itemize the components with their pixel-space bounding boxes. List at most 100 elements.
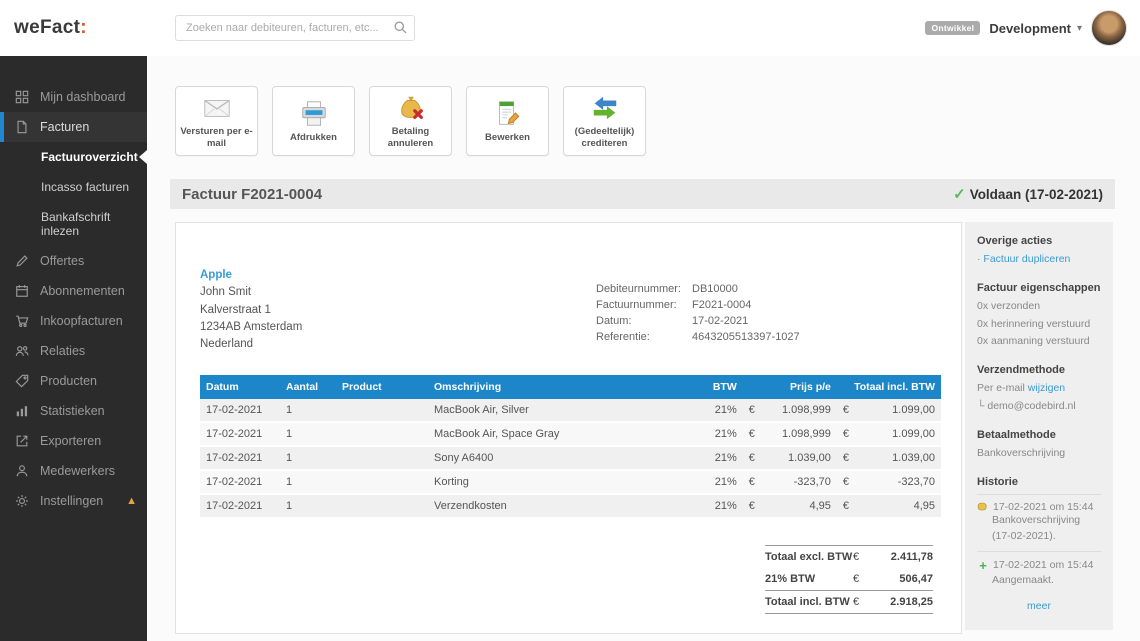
- credit-button[interactable]: (Gedeeltelijk) crediteren: [563, 86, 646, 156]
- meta-value: F2021-0004: [692, 298, 752, 311]
- cell-aantal: 1: [280, 399, 336, 424]
- warning-icon: ▲: [126, 495, 137, 507]
- meta-label: Referentie:: [596, 330, 650, 343]
- table-row[interactable]: 17-02-2021 1 Verzendkosten 21% € 4,95 € …: [200, 494, 941, 520]
- customer-name-link[interactable]: Apple: [200, 267, 596, 284]
- quotes-icon: [16, 255, 28, 267]
- invoices-icon: [17, 120, 27, 134]
- shipping-heading: Verzendmethode: [977, 364, 1066, 377]
- sidebar-item-statistieken[interactable]: Statistieken: [0, 396, 147, 426]
- toolbar-button-label: Betaling annuleren: [387, 126, 434, 149]
- sidebar-item-offertes[interactable]: Offertes: [0, 246, 147, 276]
- meta-value: 17-02-2021: [692, 314, 749, 327]
- cancel-payment-icon: [400, 96, 423, 120]
- total-currency: €: [853, 596, 860, 609]
- edit-button[interactable]: Bewerken: [466, 86, 549, 156]
- invoice-document: Apple John Smit Kalverstraat 1 1234AB Am…: [175, 222, 962, 634]
- payment-heading: Betaalmethode: [977, 428, 1056, 441]
- total-incl-row: Totaal incl. BTW € 2.918,25: [765, 590, 933, 615]
- change-shipping-link[interactable]: wijzigen: [1028, 382, 1065, 394]
- search-input[interactable]: [175, 15, 415, 41]
- sidebar-item-exporteren[interactable]: Exporteren: [0, 426, 147, 456]
- sidebar-item-abonnementen[interactable]: Abonnementen: [0, 276, 147, 306]
- page-title: Factuur F2021-0004: [182, 185, 323, 203]
- payment-icon: [977, 502, 987, 511]
- sidebar-item-relaties[interactable]: Relaties: [0, 336, 147, 366]
- environment-selector[interactable]: Development: [989, 21, 1071, 36]
- sidebar-item-producten[interactable]: Producten: [0, 366, 147, 396]
- table-row[interactable]: 17-02-2021 1 MacBook Air, Space Gray 21%…: [200, 422, 941, 448]
- cell-currency: €: [836, 446, 855, 472]
- chevron-down-icon[interactable]: ▾: [1077, 23, 1082, 34]
- tree-connector: └: [977, 399, 985, 412]
- cell-aantal: 1: [280, 422, 336, 448]
- cell-prijs: 1.039,00: [760, 446, 837, 472]
- sidebar-item-instellingen[interactable]: Instellingen ▲: [0, 486, 147, 516]
- history-text: Aangemaakt.: [992, 573, 1054, 586]
- cell-product: [336, 494, 428, 520]
- cell-currency: €: [836, 494, 855, 520]
- cell-datum: 17-02-2021: [200, 446, 280, 472]
- cell-aantal: 1: [280, 446, 336, 472]
- cell-currency: €: [742, 494, 761, 520]
- cell-currency: €: [836, 422, 855, 448]
- total-label: 21% BTW: [765, 573, 816, 586]
- status-text: Voldaan (17-02-2021): [969, 187, 1103, 202]
- main-area: Versturen per e-mail Afdrukken Betaling …: [147, 56, 1140, 641]
- col-header-totaal: Totaal incl. BTW: [836, 375, 941, 400]
- more-history-link[interactable]: meer: [1027, 600, 1051, 612]
- table-row[interactable]: 17-02-2021 1 Korting 21% € -323,70 € -32…: [200, 470, 941, 496]
- col-header-aantal: Aantal: [280, 375, 336, 400]
- cell-currency: €: [742, 422, 761, 448]
- sidebar-item-inkoopfacturen[interactable]: Inkoopfacturen: [0, 306, 147, 336]
- send-email-button[interactable]: Versturen per e-mail: [175, 86, 258, 156]
- sidebar-item-dashboard[interactable]: Mijn dashboard: [0, 82, 147, 112]
- sidebar-item-factuuroverzicht[interactable]: Factuuroverzicht: [0, 142, 147, 172]
- dashboard-icon: [15, 90, 29, 104]
- sidebar-item-label: Inkoopfacturen: [40, 314, 123, 328]
- sidebar-item-incasso-facturen[interactable]: Incasso facturen: [0, 172, 147, 202]
- cell-omschrijving: Korting: [428, 470, 695, 496]
- sidebar-item-medewerkers[interactable]: Medewerkers: [0, 456, 147, 486]
- table-row[interactable]: 17-02-2021 1 MacBook Air, Silver 21% € 1…: [200, 399, 941, 424]
- table-row[interactable]: 17-02-2021 1 Sony A6400 21% € 1.039,00 €…: [200, 446, 941, 472]
- history-entry: 17-02-2021 om 15:44 Bankoverschrijving (…: [977, 494, 1101, 545]
- envelope-icon: [203, 100, 230, 118]
- meta-label: Datum:: [596, 314, 632, 327]
- history-text: Bankoverschrijving (17-02-2021).: [992, 514, 1081, 542]
- settings-icon: [16, 495, 28, 507]
- cell-omschrijving: Sony A6400: [428, 446, 695, 472]
- sidebar-item-bankafschrift-inlezen[interactable]: Bankafschrift inlezen: [0, 202, 147, 246]
- sidebar-item-label: Factuuroverzicht: [41, 150, 138, 164]
- cell-omschrijving: MacBook Air, Silver: [428, 399, 695, 424]
- property-sent: 0x verzonden: [977, 300, 1041, 313]
- cancel-payment-button[interactable]: Betaling annuleren: [369, 86, 452, 156]
- total-currency: €: [853, 551, 860, 564]
- shipping-method: Per e-mail: [977, 382, 1025, 395]
- customer-postal-city: 1234AB Amsterdam: [200, 320, 303, 333]
- print-button[interactable]: Afdrukken: [272, 86, 355, 156]
- search-icon[interactable]: [393, 20, 408, 35]
- history-date: 17-02-2021 om 15:44: [993, 501, 1094, 514]
- col-header-datum: Datum: [200, 375, 280, 400]
- search-box: [175, 15, 415, 41]
- sidebar-item-facturen[interactable]: Facturen: [0, 112, 147, 142]
- meta-value: 4643205513397-1027: [692, 330, 800, 343]
- credit-icon: [593, 96, 616, 120]
- sidebar-item-label: Instellingen: [40, 494, 104, 508]
- cell-totaal: 1.099,00: [855, 422, 941, 448]
- toolbar-button-label: (Gedeeltelijk) crediteren: [574, 126, 635, 149]
- avatar[interactable]: [1091, 10, 1127, 46]
- cell-totaal: 1.099,00: [855, 399, 941, 424]
- toolbar-button-label: Versturen per e-mail: [180, 126, 253, 149]
- sidebar-item-label: Statistieken: [40, 404, 105, 418]
- cell-product: [336, 446, 428, 472]
- toolbar-button-label: Bewerken: [485, 131, 530, 143]
- duplicate-invoice-link[interactable]: Factuur dupliceren: [983, 253, 1070, 265]
- sidebar-item-label: Offertes: [40, 254, 85, 268]
- cell-datum: 17-02-2021: [200, 470, 280, 496]
- cell-currency: €: [742, 399, 761, 424]
- property-reminder: 0x herinnering verstuurd: [977, 317, 1091, 330]
- cell-currency: €: [836, 399, 855, 424]
- customer-address: Apple John Smit Kalverstraat 1 1234AB Am…: [200, 267, 596, 353]
